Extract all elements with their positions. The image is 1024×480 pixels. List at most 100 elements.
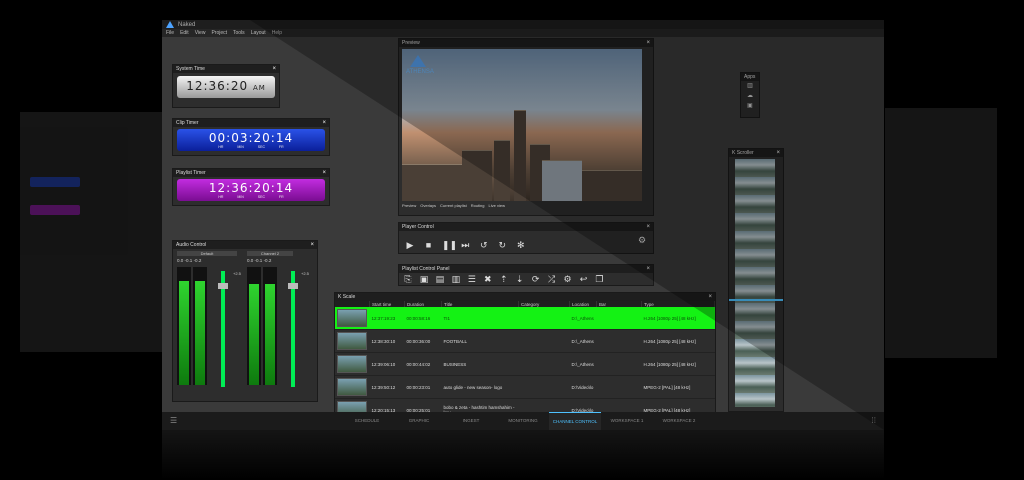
- app-logo-icon: [166, 21, 174, 28]
- tab-workspace-1[interactable]: WORKSPACE 1: [601, 412, 653, 430]
- audio-meter: [263, 267, 277, 385]
- channel-name[interactable]: Channel 2: [247, 251, 293, 256]
- close-icon[interactable]: ×: [776, 150, 780, 156]
- channel-name[interactable]: Default: [177, 251, 237, 256]
- unit-label: FR: [279, 144, 284, 149]
- pause-icon[interactable]: ❚❚: [442, 240, 457, 250]
- menu-view[interactable]: View: [195, 30, 206, 36]
- table-row[interactable]: 12:39:50:12 00:00:23:01 auto glide - new s…: [335, 375, 715, 399]
- system-time-value: 12:36:20: [186, 78, 249, 93]
- app-button-icon[interactable]: ☁: [741, 91, 759, 101]
- close-icon[interactable]: ×: [272, 66, 276, 72]
- menu-help[interactable]: Help: [272, 30, 282, 36]
- preview-tab[interactable]: Preview: [402, 203, 416, 208]
- preview-tab[interactable]: Current playlist: [440, 203, 467, 208]
- gear-icon[interactable]: ⚙: [563, 274, 573, 284]
- ampm-label: AM: [252, 83, 266, 92]
- db-label: +2.5: [233, 271, 241, 276]
- preview-tab[interactable]: Overlays: [420, 203, 436, 208]
- close-icon[interactable]: ×: [322, 120, 326, 126]
- close-icon[interactable]: ×: [646, 40, 650, 46]
- unit-label: SEC: [257, 144, 265, 149]
- player-control-panel: Player Control × ▶ ■ ❚❚ ⏭ ↺ ↻ ✻ ⚙: [398, 222, 654, 254]
- fader-handle[interactable]: [218, 283, 228, 289]
- preview-video[interactable]: ATHENSA: [402, 49, 642, 201]
- table-cell: [518, 352, 570, 376]
- fader-handle[interactable]: [288, 283, 298, 289]
- table-row[interactable]: 12:38:30:10 00:00:36:00 FOOTBALL D:\_Athens…: [335, 329, 715, 353]
- open-icon[interactable]: ⎘: [403, 274, 413, 284]
- save-icon[interactable]: ▣: [419, 274, 429, 284]
- table-cell: FOOTBALL: [441, 329, 519, 353]
- value-label: -0.2: [263, 258, 272, 263]
- play-icon[interactable]: ▶: [405, 240, 415, 250]
- app-button-icon[interactable]: ▣: [741, 101, 759, 111]
- tab-workspace-2[interactable]: WORKSPACE 2: [653, 412, 705, 430]
- shuffle-icon[interactable]: ⤮: [547, 274, 557, 284]
- panel-title: Clip Timer: [176, 120, 199, 126]
- unit-label: MIN: [237, 144, 244, 149]
- meter-fill: [179, 281, 189, 385]
- move-up-icon[interactable]: ⇡: [499, 274, 509, 284]
- table-cell: [596, 375, 642, 399]
- audio-meter: [177, 267, 191, 385]
- preview-panel: Preview × ATHENSA Preview Overlays Curren…: [398, 38, 654, 216]
- preview-tab[interactable]: Live view: [489, 203, 505, 208]
- app-button-icon[interactable]: ▥: [741, 81, 759, 91]
- menu-edit[interactable]: Edit: [180, 30, 189, 36]
- close-icon[interactable]: ×: [322, 170, 326, 176]
- table-cell: D:\_Athens: [569, 352, 597, 376]
- table-cell: D:\_Athens: [569, 329, 597, 353]
- table-row[interactable]: 12:37:19:23 00:00:58:16 TI1 D:\_Athens H.264…: [335, 307, 715, 330]
- table-cell: 00:00:58:16: [404, 307, 442, 330]
- building: [542, 160, 582, 201]
- skip-next-icon[interactable]: ⏭: [460, 240, 470, 250]
- value-label: -0.2: [193, 258, 202, 263]
- menu-icon[interactable]: ☰: [170, 416, 177, 425]
- preview-tab[interactable]: Routing: [471, 203, 485, 208]
- panel-title: Preview: [402, 40, 420, 46]
- thumbnail-strip[interactable]: [735, 159, 775, 407]
- close-icon[interactable]: ×: [646, 266, 650, 272]
- insert-icon[interactable]: ▥: [451, 274, 461, 284]
- undo-icon[interactable]: ↺: [479, 240, 489, 250]
- table-cell: TI1: [441, 307, 519, 330]
- save-as-icon[interactable]: ▤: [435, 274, 445, 284]
- delete-icon[interactable]: ✖: [483, 274, 493, 284]
- copy-icon[interactable]: ❐: [594, 274, 604, 284]
- close-icon[interactable]: ×: [646, 224, 650, 230]
- list-icon[interactable]: ☰: [467, 274, 477, 284]
- thumbnail: [337, 332, 367, 350]
- grid-icon[interactable]: ⁞⁞: [872, 416, 876, 425]
- stop-icon[interactable]: ■: [423, 240, 433, 250]
- preview-logo-text: ATHENSA: [406, 69, 434, 75]
- options-icon[interactable]: ⚙: [637, 235, 647, 245]
- close-icon[interactable]: ×: [708, 294, 712, 300]
- close-icon[interactable]: ×: [310, 242, 314, 248]
- menu-tools[interactable]: Tools: [233, 30, 245, 36]
- channel-values: 0.0 -0.1 -0.2: [247, 258, 271, 263]
- tab-graphic[interactable]: GRAPHIC: [393, 412, 445, 430]
- meter-fill: [249, 283, 259, 385]
- menu-file[interactable]: File: [166, 30, 174, 36]
- settings-icon[interactable]: ✻: [516, 240, 526, 250]
- playlist-table: Start time Duration Title Category Locat…: [335, 301, 715, 413]
- move-down-icon[interactable]: ⇣: [515, 274, 525, 284]
- table-row[interactable]: 12:39:06:10 00:00:44:02 BUSINESS D:\_Athens…: [335, 352, 715, 376]
- menu-project[interactable]: Project: [211, 30, 227, 36]
- unit-label: SEC: [257, 194, 265, 199]
- tab-channel-control[interactable]: CHANNEL CONTROL: [549, 411, 601, 430]
- building: [494, 140, 510, 201]
- refresh-icon[interactable]: ⟳: [531, 274, 541, 284]
- panel-title: System Time: [176, 66, 205, 72]
- menu-bar: File Edit View Project Tools Layout Help: [162, 29, 884, 37]
- menu-layout[interactable]: Layout: [251, 30, 266, 36]
- tab-schedule[interactable]: SCHEDULE: [341, 412, 393, 430]
- back-icon[interactable]: ↩: [578, 274, 588, 284]
- tab-monitoring[interactable]: MONITORING: [497, 412, 549, 430]
- building: [402, 164, 462, 201]
- apps-panel: Apps ▥ ☁ ▣: [740, 72, 760, 118]
- redo-icon[interactable]: ↻: [497, 240, 507, 250]
- system-time-panel: System Time × 12:36:20 AM: [172, 64, 280, 108]
- tab-ingest[interactable]: INGEST: [445, 412, 497, 430]
